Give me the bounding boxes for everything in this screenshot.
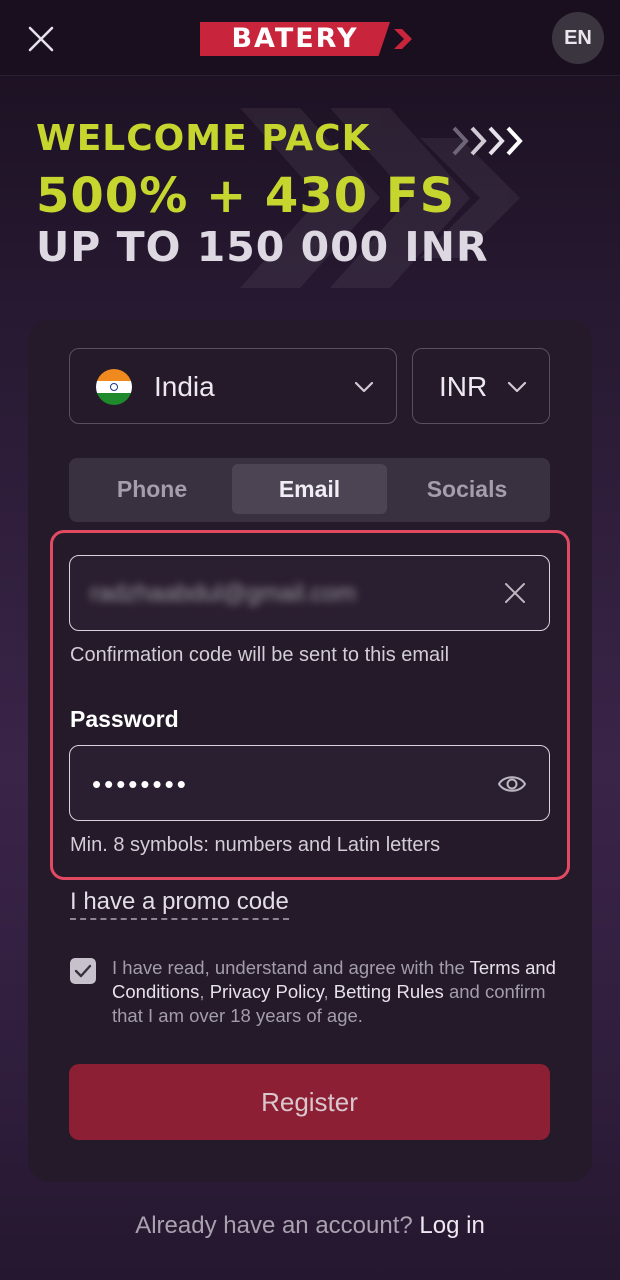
currency-select[interactable]: INR: [412, 348, 550, 424]
language-button[interactable]: EN: [552, 12, 604, 64]
privacy-link[interactable]: Privacy Policy: [210, 981, 324, 1002]
registration-card: India INR Phone Email Socials radzhaabdu…: [28, 320, 592, 1182]
login-question: Already have an account?: [135, 1212, 413, 1239]
login-prompt: Already have an account? Log in: [0, 1212, 620, 1240]
close-button[interactable]: [22, 20, 60, 58]
agree-prefix: I have read, understand and agree with t…: [112, 957, 465, 978]
promo-code-link[interactable]: I have a promo code: [70, 888, 289, 920]
clear-icon[interactable]: [503, 581, 527, 605]
top-bar: BATERY EN: [0, 0, 620, 76]
welcome-banner: WELCOME PACK 500% + 430 FS UP TO 150 000…: [0, 90, 620, 310]
india-flag-icon: [96, 369, 132, 405]
checkmark-icon: [74, 964, 92, 978]
currency-value: INR: [439, 371, 488, 402]
promo-bonus: 500% + 430 FS: [36, 168, 456, 224]
email-value: radzhaabdul@gmail.com: [90, 580, 356, 607]
country-value: India: [154, 371, 215, 402]
email-hint: Confirmation code will be sent to this e…: [70, 644, 450, 666]
agree-checkbox[interactable]: [70, 958, 96, 984]
password-value: ••••••••: [92, 769, 189, 799]
show-password-eye-icon[interactable]: [497, 770, 527, 798]
signup-method-tabs: Phone Email Socials: [69, 458, 550, 522]
password-field[interactable]: ••••••••: [69, 745, 550, 821]
country-select[interactable]: India: [69, 348, 397, 424]
agreement-text: I have read, understand and agree with t…: [112, 957, 556, 1026]
promo-title: WELCOME PACK: [36, 118, 371, 159]
arrows-icon: [452, 126, 523, 156]
chevron-down-icon: [507, 381, 527, 393]
registration-page: BATERY EN WELCOME PACK 500% + 430 FS UP …: [0, 0, 620, 1280]
close-icon: [28, 26, 54, 52]
logo-text: BATERY: [200, 22, 390, 56]
betting-rules-link[interactable]: Betting Rules: [334, 981, 444, 1002]
promo-limit: UP TO 150 000 INR: [36, 223, 489, 271]
password-hint: Min. 8 symbols: numbers and Latin letter…: [70, 834, 441, 856]
logo-arrow-icon: [394, 29, 412, 49]
email-field[interactable]: radzhaabdul@gmail.com: [69, 555, 550, 631]
chevron-down-icon: [354, 381, 374, 393]
register-button[interactable]: Register: [69, 1064, 550, 1140]
tab-email[interactable]: Email: [232, 464, 387, 514]
password-label: Password: [70, 706, 179, 732]
tab-socials[interactable]: Socials: [390, 464, 544, 514]
tab-phone[interactable]: Phone: [75, 464, 229, 514]
login-link[interactable]: Log in: [419, 1212, 484, 1239]
batery-logo[interactable]: BATERY: [200, 22, 420, 56]
